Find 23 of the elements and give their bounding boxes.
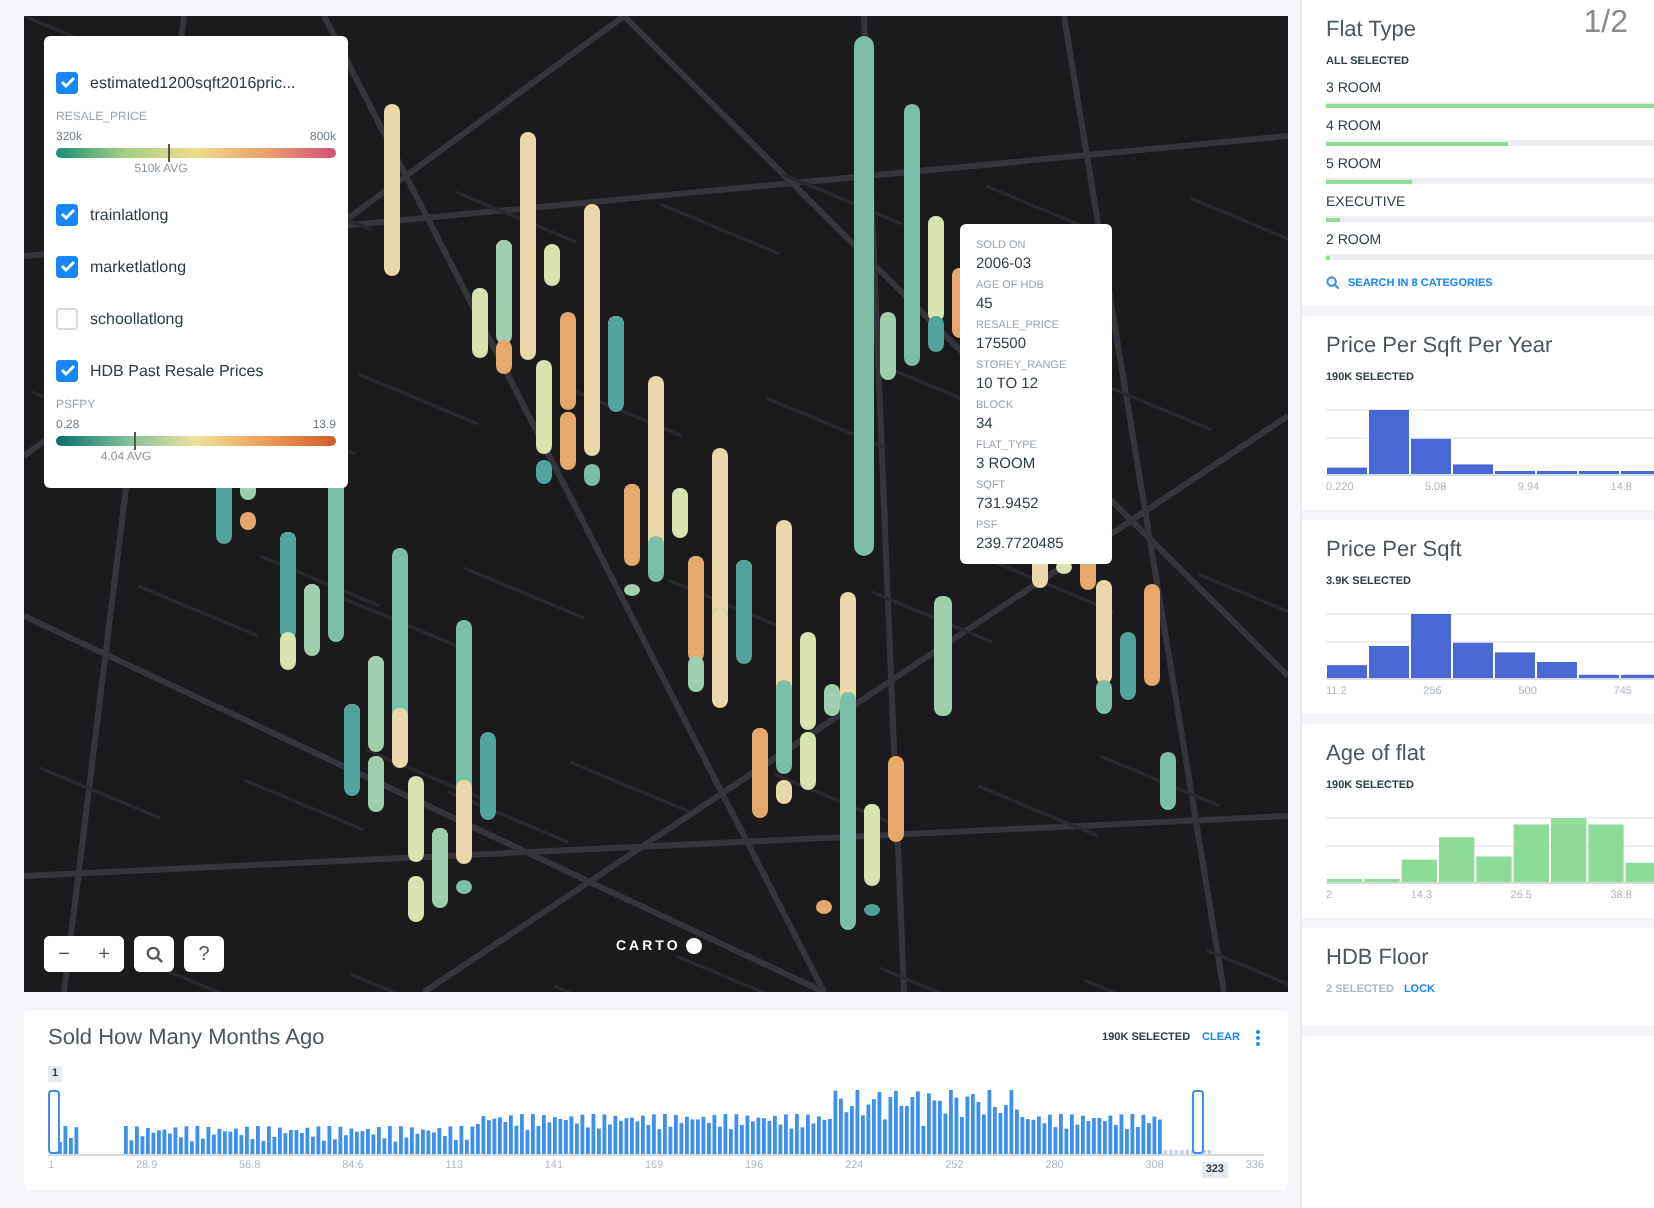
layer-name: trainlatlong <box>90 205 169 223</box>
widget-title: Sold How Many Months Ago <box>48 1026 325 1050</box>
widget-title: Flat Type <box>1326 18 1417 42</box>
help-button[interactable]: ? <box>184 936 224 972</box>
layer-name: schoollatlong <box>90 309 184 327</box>
widget-title: Price Per Sqft <box>1326 538 1462 562</box>
layer-name: estimated1200sqft2016pric... <box>90 73 296 91</box>
layer-name: marketlatlong <box>90 257 187 275</box>
range-handle[interactable] <box>1192 1090 1204 1154</box>
layer-checkbox[interactable] <box>56 203 78 225</box>
widget-title: HDB Floor <box>1326 946 1429 970</box>
search-icon <box>1326 276 1340 290</box>
search-button[interactable] <box>134 936 174 972</box>
layer-checkbox[interactable] <box>56 71 78 93</box>
layer-checkbox[interactable] <box>56 359 78 381</box>
range-handle[interactable] <box>48 1090 60 1154</box>
layer-checkbox[interactable] <box>56 255 78 277</box>
menu-icon[interactable] <box>1252 1030 1264 1046</box>
widget-title: Age of flat <box>1326 742 1426 766</box>
page-indicator: 1/2 <box>1583 6 1628 42</box>
search-icon <box>145 945 163 963</box>
widget-title: Price Per Sqft Per Year <box>1326 334 1553 358</box>
layer-name: HDB Past Resale Prices <box>90 361 264 379</box>
